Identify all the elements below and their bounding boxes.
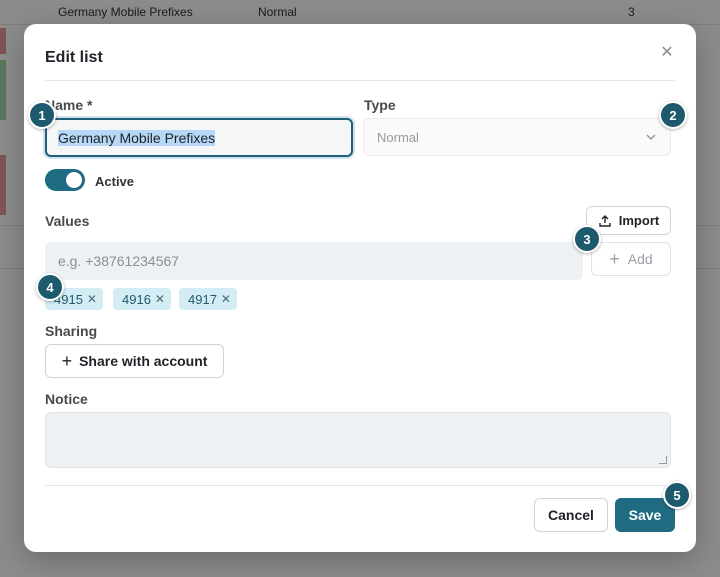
tag-label: 4917 [188,291,217,307]
notice-label: Notice [45,391,88,407]
type-select[interactable]: Normal [363,118,671,156]
close-icon[interactable]: ✕ [155,292,165,306]
value-tag: 4916 ✕ [113,288,171,310]
save-label: Save [628,507,662,523]
close-icon[interactable]: ✕ [221,292,231,306]
divider [45,80,675,81]
toggle-knob [66,172,82,188]
name-value: Germany Mobile Prefixes [58,129,216,146]
step-badge: 1 [28,101,56,129]
cancel-label: Cancel [548,507,594,523]
resize-handle-icon[interactable] [659,456,667,464]
active-label: Active [95,174,135,189]
plus-icon: + [61,351,73,371]
step-badge: 2 [659,101,687,129]
step-badge: 5 [663,481,691,509]
share-with-account-button[interactable]: + Share with account [45,344,224,378]
add-button[interactable]: + Add [591,242,671,276]
plus-icon: + [609,249,620,269]
notice-textarea[interactable] [45,412,671,468]
import-label: Import [618,213,660,228]
chevron-down-icon [646,134,656,141]
tag-label: 4916 [122,291,151,307]
type-value: Normal [377,129,419,145]
sharing-label: Sharing [45,323,98,339]
upload-icon [599,214,611,227]
values-input[interactable]: e.g. +38761234567 [45,242,583,280]
close-icon[interactable]: ✕ [658,44,676,62]
dialog-title: Edit list [45,49,103,66]
values-placeholder: e.g. +38761234567 [58,253,180,269]
step-badge: 3 [573,225,601,253]
add-label: Add [627,251,653,267]
value-tag: 4917 ✕ [179,288,237,310]
divider [45,485,675,486]
edit-list-dialog: Edit list ✕ Name * Germany Mobile Prefix… [24,24,696,552]
values-label: Values [45,213,90,229]
step-badge: 4 [36,273,64,301]
share-button-label: Share with account [79,353,208,369]
active-toggle[interactable] [45,169,85,191]
type-label: Type [364,97,396,113]
name-input[interactable]: Germany Mobile Prefixes [45,118,353,157]
close-icon[interactable]: ✕ [87,292,97,306]
cancel-button[interactable]: Cancel [534,498,608,532]
